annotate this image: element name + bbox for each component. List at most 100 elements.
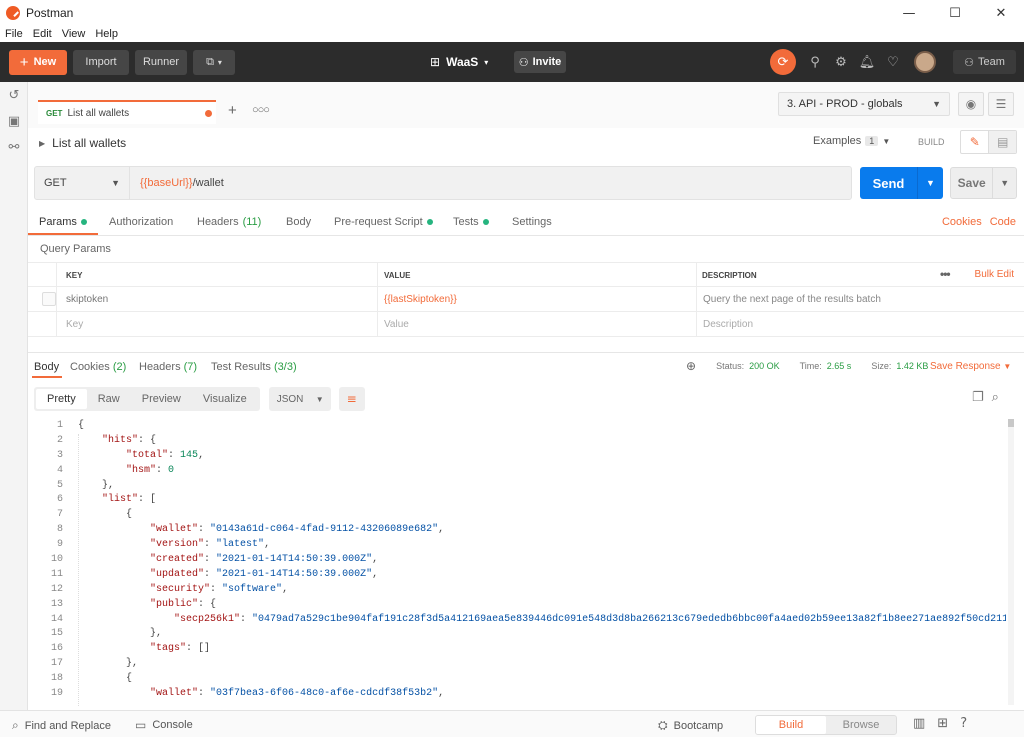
collections-icon[interactable]: ▣ (0, 108, 28, 134)
layout-icons: ▥ ⊞ ? (913, 716, 967, 731)
new-param-value-input[interactable]: Value (384, 312, 409, 337)
tab-tests[interactable]: Tests (453, 216, 489, 228)
param-value[interactable]: {{lastSkiptoken}} (384, 287, 457, 312)
minimize-button[interactable]: — (886, 0, 932, 26)
apis-icon[interactable]: ⚯ (0, 134, 28, 160)
cookies-link[interactable]: Cookies (942, 216, 982, 228)
tab-response-cookies-count: (2) (112, 361, 127, 373)
view-visualize[interactable]: Visualize (192, 389, 258, 409)
examples-dropdown[interactable]: Examples 1 ▼ (813, 135, 890, 147)
active-dot-icon (426, 219, 433, 225)
menu-edit[interactable]: Edit (28, 28, 57, 40)
column-key: KEY (66, 271, 83, 280)
time-value[interactable]: 2.65 s (827, 361, 852, 371)
chevron-down-icon: ▼ (111, 178, 120, 188)
sync-icon[interactable]: ⟳ (770, 49, 796, 75)
tab-response-body[interactable]: Body (34, 361, 59, 373)
workspace-name: WaaS (446, 55, 479, 69)
tab-settings[interactable]: Settings (512, 216, 552, 228)
runner-button[interactable]: Runner (135, 49, 187, 75)
response-body-code[interactable]: 1{2 "hits": {3 "total": 145, 4 "hsm": 05 … (28, 419, 1006, 707)
line-number: 15 (50, 628, 63, 640)
tab-list-all-wallets[interactable]: GET List all wallets (38, 100, 216, 124)
search-icon[interactable]: ⌕ (992, 390, 999, 405)
chevron-down-icon: ▼ (882, 136, 891, 146)
console-button[interactable]: ▭ Console (135, 718, 193, 732)
help-icon[interactable]: ? (960, 716, 967, 731)
tab-test-results[interactable]: Test Results (3/3) (211, 361, 297, 373)
param-description[interactable]: Query the next page of the results batch (703, 287, 881, 312)
new-button-label: New (33, 56, 57, 68)
param-enabled-checkbox[interactable] (42, 292, 56, 306)
new-button[interactable]: + New (9, 49, 67, 75)
view-mode-group: Pretty Raw Preview Visualize (34, 387, 260, 411)
new-window-button[interactable]: ⧉ ▾ (193, 49, 235, 75)
comment-icon[interactable]: ▤ (988, 131, 1016, 153)
copy-icon[interactable]: ❐ (972, 390, 984, 405)
request-header: ▶ List all wallets Examples 1 ▼ BUILD ✎ … (28, 128, 1024, 158)
invite-button[interactable]: ⚇ Invite (514, 51, 566, 73)
import-button[interactable]: Import (73, 49, 129, 75)
more-tabs-button[interactable]: ○○○ (252, 104, 270, 116)
send-button[interactable]: Send (860, 167, 917, 199)
code-link[interactable]: Code (990, 216, 1016, 228)
environment-selector[interactable]: 3. API - PROD - globals ▼ (778, 92, 950, 116)
menu-file[interactable]: File (0, 28, 28, 40)
menu-view[interactable]: View (57, 28, 91, 40)
close-button[interactable]: ✕ (978, 0, 1024, 26)
tab-params[interactable]: Params (39, 216, 87, 228)
method-select[interactable]: GET ▼ (35, 167, 130, 199)
param-key[interactable]: skiptoken (66, 287, 108, 312)
tab-pre-request-script[interactable]: Pre-request Script (334, 216, 433, 228)
environment-name: 3. API - PROD - globals (787, 98, 903, 110)
avatar[interactable] (914, 51, 936, 73)
wrap-lines-button[interactable]: ≡ (338, 387, 365, 411)
save-button[interactable]: Save (951, 168, 992, 198)
tab-response-headers[interactable]: Headers (7) (139, 361, 197, 373)
globe-icon[interactable]: ⊕ (686, 359, 696, 373)
satellite-icon[interactable]: ⚲ (802, 50, 828, 74)
menu-help[interactable]: Help (90, 28, 123, 40)
browse-mode-button[interactable]: Browse (826, 716, 896, 734)
find-replace-button[interactable]: ⌕ Find and Replace (12, 718, 111, 733)
view-raw[interactable]: Raw (87, 389, 131, 409)
tab-body[interactable]: Body (286, 216, 311, 228)
view-preview[interactable]: Preview (131, 389, 192, 409)
format-select[interactable]: JSON ▼ (268, 387, 331, 411)
tab-authorization[interactable]: Authorization (109, 216, 173, 228)
more-options-icon[interactable]: ••• (940, 267, 951, 281)
gear-icon[interactable]: ⚙ (828, 50, 854, 74)
team-button[interactable]: ⚇ Team (953, 50, 1016, 74)
bell-icon[interactable]: 🔔︎ (854, 50, 880, 74)
status-value[interactable]: 200 OK (749, 361, 780, 371)
new-param-key-input[interactable]: Key (66, 312, 83, 337)
code-scrollbar-thumb[interactable] (1008, 419, 1014, 427)
save-response-button[interactable]: Save Response ▼ (930, 361, 1011, 372)
workspace-selector[interactable]: ⊞ WaaS ▾ (430, 50, 488, 74)
save-options-button[interactable]: ▼ (992, 168, 1016, 198)
pencil-icon[interactable]: ✎ (961, 131, 988, 153)
send-options-button[interactable]: ▼ (917, 167, 943, 199)
code-text: "security": "software", (150, 583, 289, 595)
keyboard-shortcuts-icon[interactable]: ⊞ (937, 716, 948, 731)
view-pretty[interactable]: Pretty (36, 389, 87, 409)
tab-headers[interactable]: Headers (11) (197, 216, 261, 228)
chevron-right-icon[interactable]: ▶ (39, 139, 45, 148)
code-scrollbar[interactable] (1008, 419, 1014, 705)
add-tab-button[interactable]: + (228, 102, 237, 119)
bulk-edit-link[interactable]: Bulk Edit (975, 269, 1014, 280)
history-icon[interactable]: ↺ (0, 82, 28, 108)
code-line: 17 }, (28, 657, 1006, 672)
active-dot-icon (80, 219, 87, 225)
heart-icon[interactable]: ♡ (880, 50, 906, 74)
bootcamp-button[interactable]: ⛭ Bootcamp (658, 718, 723, 733)
new-param-description-input[interactable]: Description (703, 312, 753, 337)
url-input[interactable]: {{baseUrl}} /wallet (130, 177, 224, 189)
manage-environments-button[interactable]: ☰ (988, 92, 1014, 116)
maximize-button[interactable]: ☐ (932, 0, 978, 26)
environment-quick-look-button[interactable]: ◉ (958, 92, 984, 116)
build-mode-button[interactable]: Build (756, 716, 826, 734)
tab-response-cookies[interactable]: Cookies (2) (70, 361, 126, 373)
two-pane-icon[interactable]: ▥ (913, 716, 925, 731)
size-value[interactable]: 1.42 KB (896, 361, 928, 371)
